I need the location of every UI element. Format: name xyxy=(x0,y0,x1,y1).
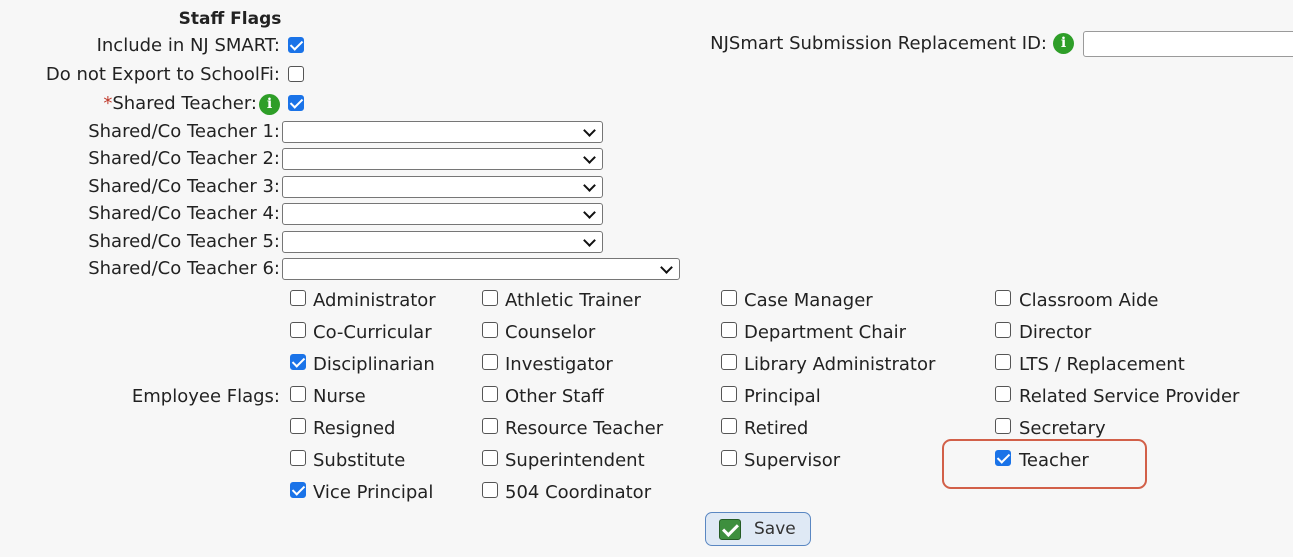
flag-vice-principal-label: Vice Principal xyxy=(313,482,434,503)
flag-secretary-label: Secretary xyxy=(1019,418,1106,439)
flag-other-staff-label: Other Staff xyxy=(505,386,604,407)
flag-disciplinarian-label: Disciplinarian xyxy=(313,354,435,375)
flag-teacher-checkbox[interactable] xyxy=(995,450,1011,466)
include-nj-smart-label: Include in NJ SMART: xyxy=(96,35,280,56)
flag-supervisor-label: Supervisor xyxy=(744,450,841,471)
shared-teacher-label: Shared Teacher: xyxy=(112,93,257,114)
flag-classroom-aide-checkbox[interactable] xyxy=(995,290,1011,306)
do-not-export-label: Do not Export to SchoolFi: xyxy=(45,64,280,85)
flag-disciplinarian-checkbox[interactable] xyxy=(290,354,306,370)
flag-classroom-aide-label: Classroom Aide xyxy=(1019,290,1159,311)
flag-case-manager-checkbox[interactable] xyxy=(721,290,737,306)
co-teacher-6-select[interactable] xyxy=(282,258,680,280)
flag-counselor-label: Counselor xyxy=(505,322,596,343)
chevron-down-icon xyxy=(583,151,596,164)
section-title-staff-flags: Staff Flags xyxy=(178,9,282,29)
flag-investigator-label: Investigator xyxy=(505,354,613,375)
flag-principal-checkbox[interactable] xyxy=(721,386,737,402)
flag-athletic-trainer-label: Athletic Trainer xyxy=(505,290,641,311)
flag-retired-checkbox[interactable] xyxy=(721,418,737,434)
replacement-id-label: NJSmart Submission Replacement ID: xyxy=(710,33,1047,54)
info-icon[interactable]: i xyxy=(1053,33,1074,54)
flag-superintendent-label: Superintendent xyxy=(505,450,645,471)
flag-athletic-trainer-checkbox[interactable] xyxy=(482,290,498,306)
flag-vice-principal-checkbox[interactable] xyxy=(290,482,306,498)
chevron-down-icon xyxy=(660,261,673,274)
flag-resource-teacher-label: Resource Teacher xyxy=(505,418,664,439)
flag-teacher-label: Teacher xyxy=(1019,450,1089,471)
flag-secretary-checkbox[interactable] xyxy=(995,418,1011,434)
flag-lts-replacement-label: LTS / Replacement xyxy=(1019,354,1185,375)
flag-library-administrator-checkbox[interactable] xyxy=(721,354,737,370)
required-marker: * xyxy=(103,93,113,114)
chevron-down-icon xyxy=(583,234,596,247)
replacement-id-input[interactable] xyxy=(1083,31,1293,57)
co-teacher-1-label: Shared/Co Teacher 1: xyxy=(88,121,280,142)
flag-other-staff-checkbox[interactable] xyxy=(482,386,498,402)
flag-case-manager-label: Case Manager xyxy=(744,290,873,311)
shared-teacher-label-row: *Shared Teacher: xyxy=(103,93,257,115)
co-teacher-1-select[interactable] xyxy=(282,121,603,143)
flag-superintendent-checkbox[interactable] xyxy=(482,450,498,466)
chevron-down-icon xyxy=(583,124,596,137)
co-teacher-2-label: Shared/Co Teacher 2: xyxy=(88,148,280,169)
flag-administrator-checkbox[interactable] xyxy=(290,290,306,306)
flag-nurse-label: Nurse xyxy=(313,386,366,407)
flag-substitute-label: Substitute xyxy=(313,450,406,471)
co-teacher-6-label: Shared/Co Teacher 6: xyxy=(88,258,280,279)
co-teacher-4-label: Shared/Co Teacher 4: xyxy=(88,203,280,224)
co-teacher-5-select[interactable] xyxy=(282,231,603,253)
flag-co-curricular-checkbox[interactable] xyxy=(290,322,306,338)
flag-related-service-provider-label: Related Service Provider xyxy=(1019,386,1240,407)
chevron-down-icon xyxy=(583,179,596,192)
chevron-down-icon xyxy=(583,206,596,219)
save-button[interactable]: Save xyxy=(705,512,811,546)
flag-administrator-label: Administrator xyxy=(313,290,436,311)
save-button-label: Save xyxy=(754,519,796,539)
flag-principal-label: Principal xyxy=(744,386,821,407)
flag-investigator-checkbox[interactable] xyxy=(482,354,498,370)
flag-co-curricular-label: Co-Curricular xyxy=(313,322,432,343)
flag-lts-replacement-checkbox[interactable] xyxy=(995,354,1011,370)
flag-counselor-checkbox[interactable] xyxy=(482,322,498,338)
co-teacher-5-label: Shared/Co Teacher 5: xyxy=(88,231,280,252)
flag-library-administrator-label: Library Administrator xyxy=(744,354,936,375)
shared-teacher-checkbox[interactable] xyxy=(288,95,304,111)
employee-flags-label: Employee Flags: xyxy=(131,386,280,407)
check-icon xyxy=(719,519,741,540)
info-icon[interactable]: i xyxy=(259,94,280,115)
flag-resigned-checkbox[interactable] xyxy=(290,418,306,434)
co-teacher-3-label: Shared/Co Teacher 3: xyxy=(88,176,280,197)
flag-department-chair-label: Department Chair xyxy=(744,322,907,343)
flag-retired-label: Retired xyxy=(744,418,809,439)
flag-nurse-checkbox[interactable] xyxy=(290,386,306,402)
flag-department-chair-checkbox[interactable] xyxy=(721,322,737,338)
do-not-export-checkbox[interactable] xyxy=(288,66,304,82)
flag-director-label: Director xyxy=(1019,322,1092,343)
flag-resource-teacher-checkbox[interactable] xyxy=(482,418,498,434)
flag-resigned-label: Resigned xyxy=(313,418,396,439)
co-teacher-3-select[interactable] xyxy=(282,176,603,198)
co-teacher-2-select[interactable] xyxy=(282,148,603,170)
flag-supervisor-checkbox[interactable] xyxy=(721,450,737,466)
flag-related-service-provider-checkbox[interactable] xyxy=(995,386,1011,402)
co-teacher-4-select[interactable] xyxy=(282,203,603,225)
flag-director-checkbox[interactable] xyxy=(995,322,1011,338)
flag-504-coordinator-label: 504 Coordinator xyxy=(505,482,652,503)
flag-504-coordinator-checkbox[interactable] xyxy=(482,482,498,498)
flag-substitute-checkbox[interactable] xyxy=(290,450,306,466)
include-nj-smart-checkbox[interactable] xyxy=(288,37,304,53)
